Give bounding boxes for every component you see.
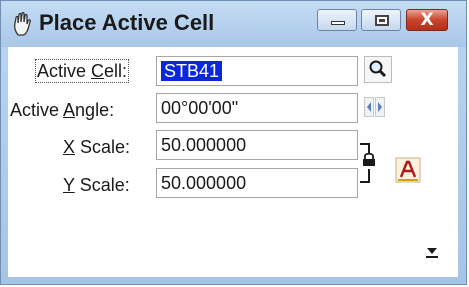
minimize-icon [331,21,345,25]
hand-icon [13,11,31,36]
active-angle-label: Active Angle: [10,100,115,120]
active-angle-value: 00°00'00" [161,98,239,118]
y-scale-input[interactable]: 50.000000 [156,168,358,198]
active-angle-input[interactable]: 00°00'00" [156,93,358,123]
x-scale-label: X Scale: [63,137,131,157]
lock-bracket-bottom-vertical [368,169,370,181]
x-scale-value: 50.000000 [161,135,247,155]
y-scale-label: Y Scale: [63,175,130,195]
maximize-button[interactable] [361,9,401,31]
angle-increment-button[interactable] [375,97,385,117]
active-cell-value: STB41 [161,61,223,81]
browse-cell-button[interactable] [364,56,392,83]
expand-button[interactable] [424,243,440,259]
title-bar[interactable]: Place Active Cell X [1,1,466,47]
active-cell-input[interactable]: STB41 [156,56,358,86]
place-active-cell-window: Place Active Cell X Active Cell: STB41 A… [0,0,467,285]
y-scale-value: 50.000000 [161,173,247,193]
angle-decrement-button[interactable] [364,97,374,117]
lock-bracket-bottom [360,181,370,183]
magnifier-icon [369,60,387,78]
close-button[interactable]: X [406,9,448,31]
window-title: Place Active Cell [39,10,215,35]
text-style-A-icon [395,157,421,183]
maximize-icon [375,15,389,26]
lock-icon[interactable] [361,151,377,167]
text-style-button[interactable] [395,157,421,183]
close-icon: X [420,10,434,30]
active-cell-label: Active Cell: [34,59,130,83]
left-arrow-icon [367,102,371,112]
right-arrow-icon [378,102,382,112]
expand-arrow-icon [426,248,438,258]
x-scale-input[interactable]: 50.000000 [156,130,358,160]
minimize-button[interactable] [317,9,357,31]
dialog-body: Active Cell: STB41 Active Angle: 00°00'0… [8,47,458,277]
